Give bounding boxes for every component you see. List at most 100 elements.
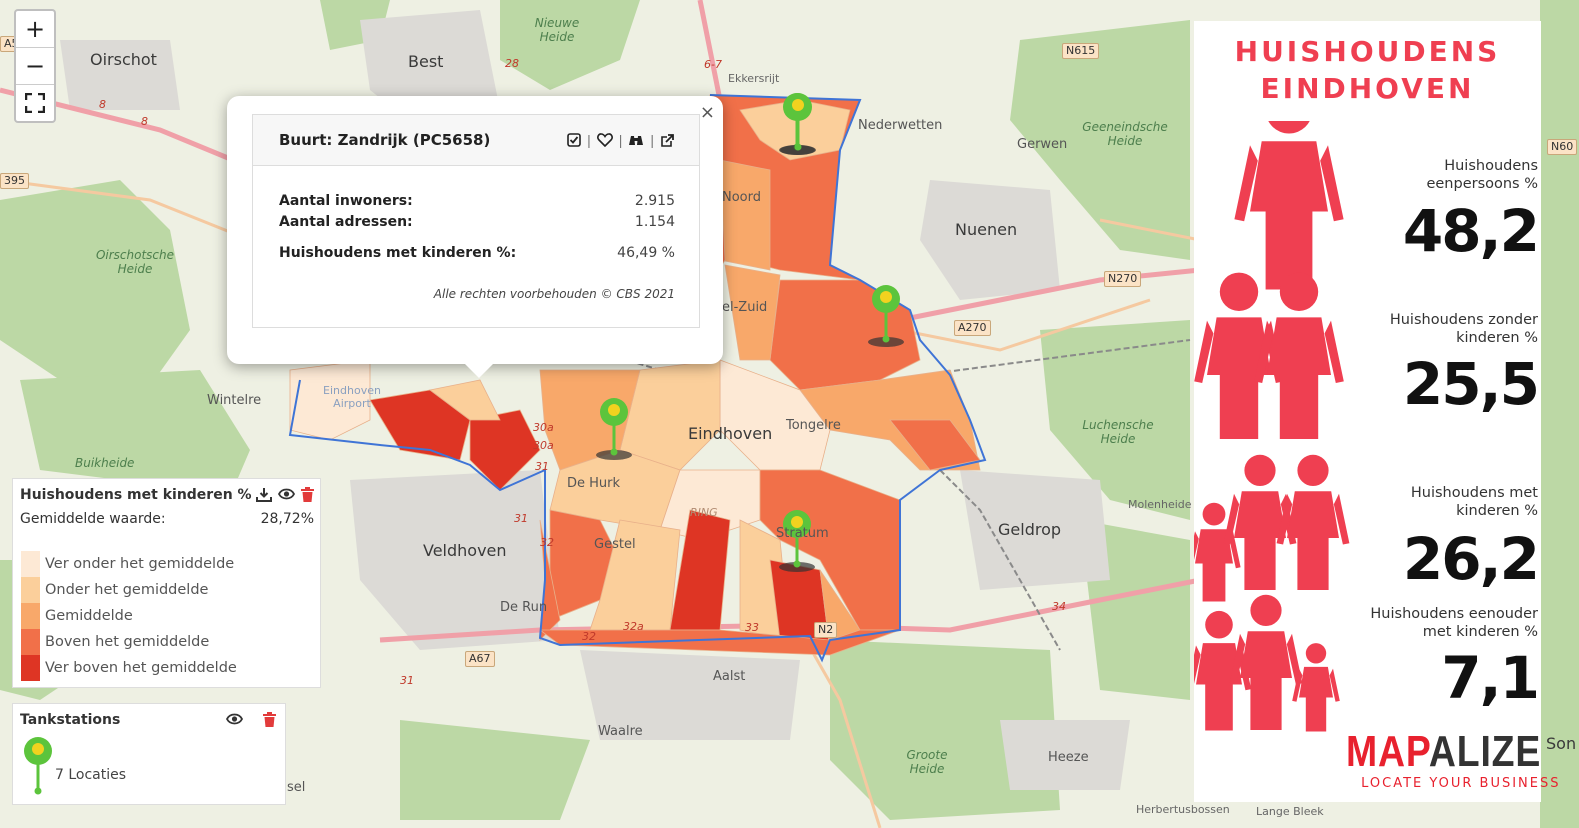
legend-item: Onder het gemiddelde [21,577,208,603]
place-label: Nederwetten [858,118,943,133]
logo-part: ALIZE [1428,727,1542,776]
place-label: Noord [722,190,761,205]
place-label: Ekkersrijt [728,72,780,85]
place-label: Best [408,52,444,71]
legend-swatch [21,551,40,577]
road-shield: A67 [465,651,495,667]
family-figures [1194,121,1350,732]
road-shield: A270 [954,320,991,336]
place-label: Stratum [776,526,829,541]
road-number: 32 [582,630,596,643]
stat-label-line: eenpersoons % [1426,176,1538,192]
place-label: Waalre [598,724,643,739]
trash-icon[interactable] [301,487,314,505]
place-label: Oirschot [90,50,157,69]
row-value: 2.915 [634,193,675,209]
place-label: Veldhoven [423,541,507,560]
nature-label: Buikheide [75,456,135,470]
stat-value: 26,2 [1402,525,1540,593]
legend-item: Boven het gemiddelde [21,629,209,655]
logo-part: MAP [1346,727,1429,776]
row-label: Aantal adressen: [279,214,413,230]
legend-swatch [21,655,40,681]
stat-label: Huishoudens eenpersoons % [1426,157,1538,193]
legend-item: Ver onder het gemiddelde [21,551,234,577]
place-label: Molenheide [1128,498,1192,511]
stat-label-line: Huishoudens zonder [1389,312,1538,328]
external-link-icon[interactable] [660,133,675,148]
checkbox-icon[interactable] [567,133,581,147]
zoom-out-button[interactable]: − [16,48,54,85]
road-number: 30a [533,439,554,452]
road-shield: N60 [1547,139,1578,155]
popup-header: Buurt: Zandrijk (PC5658) | | | [253,115,699,166]
legend-item-label: Ver onder het gemiddelde [45,556,235,572]
legend-swatch [21,629,40,655]
average-label: Gemiddelde waarde: [20,511,166,527]
place-label: Eindhoven Airport [323,384,381,410]
stat-value: 7,1 [1441,644,1540,712]
popup-row: Huishoudens met kinderen %: 46,49 % [279,245,675,261]
stat-value: 48,2 [1402,197,1540,265]
trash-icon[interactable] [263,712,276,732]
separator: | [650,132,654,148]
road-number: 30a [533,421,554,434]
copyright-text: Alle rechten voorbehouden © CBS 2021 [433,287,675,301]
road-number: RING [690,506,718,519]
infographic-panel: HUISHOUDENS EINDHOVEN Huishoudens eenper… [1194,21,1559,802]
legend-item-label: Ver boven het gemiddelde [45,660,237,676]
title-line: HUISHOUDENS [1234,35,1501,68]
eye-icon[interactable] [225,712,244,731]
stat-label: Huishoudens eenouder met kinderen % [1370,605,1538,641]
map-pin-icon [24,737,52,795]
place-label: el-Zuid [722,300,768,315]
separator: | [587,132,591,148]
heart-icon[interactable] [596,133,613,147]
download-icon[interactable] [256,487,272,505]
place-label: sel [287,780,306,795]
nature-label: Geeneindsche Heide [1082,120,1168,148]
stat-label: Huishoudens met kinderen % [1411,484,1538,520]
title-line: EINDHOVEN [1260,72,1475,105]
close-icon[interactable]: × [700,102,715,123]
place-label: Lange Bleek [1256,805,1324,818]
place-label: Aalst [713,669,746,684]
tankstations-panel: Tankstations 7 Locaties [12,703,286,805]
nature-label: Oirschotsche Heide [95,248,175,276]
legend-swatch [21,577,40,603]
place-label: Gestel [594,537,636,552]
logo-tagline: LOCATE YOUR BUSINESS [1361,776,1561,791]
average-value: 28,72% [260,511,314,527]
stat-label: Huishoudens zonder kinderen % [1390,311,1538,347]
binoculars-icon[interactable] [628,133,644,147]
road-number: 8 [141,115,148,128]
place-label: Wintelre [207,393,262,408]
zoom-in-button[interactable]: + [16,11,54,48]
district-popup: × Buurt: Zandrijk (PC5658) | | | Aantal … [227,96,723,378]
popup-actions: | | | [567,132,675,148]
place-label: Eindhoven [688,424,773,443]
infographic-title: HUISHOUDENS EINDHOVEN [1194,33,1541,107]
road-number: 31 [514,512,528,525]
location-count: 7 Locaties [55,767,127,783]
nature-label: Luchensche Heide [1082,418,1154,446]
zoom-control: + − [14,9,56,123]
stat-label-line: kinderen % [1456,503,1538,519]
single-person-icon [1234,121,1344,290]
legend-panel: Huishoudens met kinderen % Gemiddelde wa… [12,478,321,688]
road-number: 8 [99,98,106,111]
legend-swatch [21,603,40,629]
eye-icon[interactable] [277,487,296,504]
stat-value: 25,5 [1402,350,1540,418]
road-number: 31 [400,674,414,687]
fullscreen-button[interactable] [16,85,54,121]
stat-label-line: kinderen % [1456,330,1538,346]
stat-label-line: met kinderen % [1422,624,1538,640]
place-label: Geldrop [998,520,1062,539]
nature-label: Groote Heide [906,748,948,776]
road-shield: 395 [0,173,29,189]
row-label: Aantal inwoners: [279,193,413,209]
legend-item-label: Gemiddelde [45,608,133,624]
road-number: 32 [540,536,554,549]
road-shield: N2 [814,622,838,638]
